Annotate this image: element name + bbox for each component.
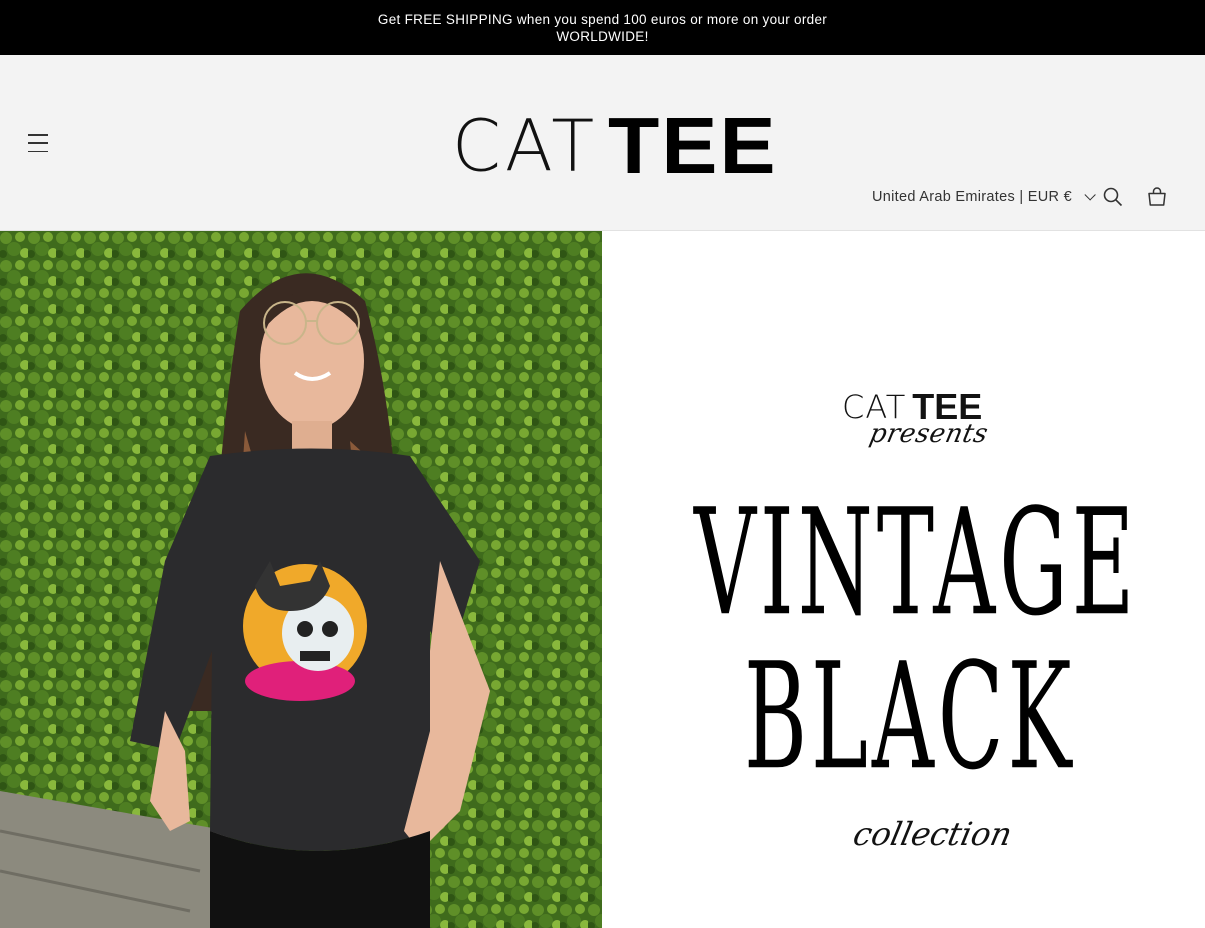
announcement-text: Get FREE SHIPPING when you spend 100 eur…	[377, 11, 828, 44]
logo-cat-text: CAT	[452, 104, 599, 188]
chevron-down-icon	[1084, 189, 1096, 201]
logo-tee-text: TEE	[608, 101, 778, 190]
search-icon[interactable]	[1101, 185, 1125, 209]
title-line-vintage: VINTAGE	[694, 476, 1139, 649]
collection-title-panel[interactable]: CAT TEE presents VINTAGE BLACK collectio…	[602, 231, 1205, 928]
hamburger-menu-icon[interactable]	[26, 131, 50, 155]
country-currency-selector[interactable]: United Arab Emirates | EUR €	[872, 186, 1096, 208]
hero-model-image	[0, 231, 602, 928]
model-photo	[0, 231, 602, 928]
collection-text: collection	[849, 815, 1016, 853]
hero-banner: CAT TEE presents VINTAGE BLACK collectio…	[0, 231, 1205, 928]
site-logo[interactable]: CAT TEE	[452, 104, 776, 188]
country-selector-label: United Arab Emirates | EUR €	[872, 189, 1072, 205]
presents-text: presents	[866, 419, 991, 449]
cart-icon[interactable]	[1145, 185, 1169, 209]
announcement-bar: Get FREE SHIPPING when you spend 100 eur…	[0, 0, 1205, 55]
title-line-black: BLACK	[744, 630, 1076, 803]
site-header: CAT TEE United Arab Emirates | EUR €	[0, 55, 1205, 231]
